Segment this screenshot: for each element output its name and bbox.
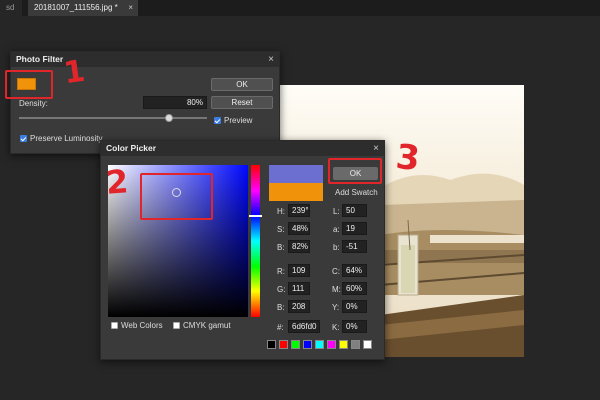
photo-filter-title: Photo Filter	[11, 52, 279, 67]
s-label: S:	[277, 225, 285, 234]
new-color-preview	[269, 165, 323, 183]
tab-previous-document[interactable]: sd	[0, 0, 22, 16]
g-field[interactable]: 111	[288, 282, 310, 295]
color-swatch[interactable]	[291, 340, 300, 349]
preserve-luminosity-label: Preserve Luminosity	[30, 134, 103, 143]
app-root: sd 20181007_111556.jpg * × Photo Filter …	[0, 0, 600, 400]
l-field[interactable]: 50	[342, 204, 367, 217]
blue-label: B:	[277, 303, 285, 312]
hex-field[interactable]: 6d6fd0	[288, 320, 320, 333]
brightness-field[interactable]: 82%	[288, 240, 310, 253]
preview-checkbox[interactable]	[214, 117, 221, 124]
color-picker-title: Color Picker	[101, 141, 384, 156]
hex-label: #:	[277, 323, 284, 332]
r-field[interactable]: 109	[288, 264, 310, 277]
color-swatch[interactable]	[339, 340, 348, 349]
m-field[interactable]: 60%	[342, 282, 367, 295]
photo-filter-close-icon[interactable]: ×	[268, 52, 274, 67]
density-label: Density:	[19, 99, 48, 108]
tab-active-document[interactable]: 20181007_111556.jpg * ×	[28, 0, 138, 16]
color-swatch[interactable]	[315, 340, 324, 349]
r-label: R:	[277, 267, 285, 276]
color-picker-close-icon[interactable]: ×	[373, 141, 379, 156]
density-slider-track[interactable]	[19, 114, 207, 122]
c-label: C:	[332, 267, 340, 276]
annotation-box-swatch	[5, 70, 53, 99]
h-label: H:	[277, 207, 285, 216]
density-slider-thumb[interactable]	[165, 114, 174, 122]
c-field[interactable]: 64%	[342, 264, 367, 277]
k-field[interactable]: 0%	[342, 320, 367, 333]
tab-close-icon[interactable]: ×	[128, 0, 133, 16]
density-field[interactable]: 80%	[143, 96, 207, 109]
color-swatch[interactable]	[279, 340, 288, 349]
annotation-box-color-field	[140, 173, 213, 220]
document-tab-bar: sd 20181007_111556.jpg * ×	[0, 0, 600, 16]
m-label: M:	[332, 285, 341, 294]
a-field[interactable]: 19	[342, 222, 367, 235]
old-color-preview[interactable]	[269, 183, 323, 201]
photo-filter-ok-button[interactable]: OK	[211, 78, 273, 91]
h-field[interactable]: 239°	[288, 204, 310, 217]
s-field[interactable]: 48%	[288, 222, 310, 235]
hue-slider[interactable]	[249, 165, 262, 317]
lab-b-field[interactable]: -51	[342, 240, 367, 253]
tab-label: sd	[6, 3, 15, 12]
g-label: G:	[277, 285, 286, 294]
blue-field[interactable]: 208	[288, 300, 310, 313]
y-label: Y:	[332, 303, 340, 312]
l-label: L:	[333, 207, 340, 216]
web-colors-label: Web Colors	[121, 321, 163, 330]
cmyk-gamut-checkbox[interactable]	[173, 322, 180, 329]
web-colors-checkbox[interactable]	[111, 322, 118, 329]
preview-label: Preview	[224, 116, 253, 125]
photo-filter-reset-button[interactable]: Reset	[211, 96, 273, 109]
color-swatch[interactable]	[327, 340, 336, 349]
color-swatch[interactable]	[351, 340, 360, 349]
y-field[interactable]: 0%	[342, 300, 367, 313]
color-swatch[interactable]	[267, 340, 276, 349]
cmyk-gamut-label: CMYK gamut	[183, 321, 231, 330]
annotation-box-ok	[328, 158, 382, 184]
annotation-number-3: 3	[393, 136, 422, 180]
preserve-luminosity-checkbox[interactable]	[20, 135, 27, 142]
annotation-number-2: 2	[104, 162, 130, 202]
tab-label: 20181007_111556.jpg *	[34, 3, 118, 12]
lab-b-label: b:	[333, 243, 340, 252]
brightness-label: B:	[277, 243, 285, 252]
photo-filter-dialog: Photo Filter × Density: 80% OK Reset Pre…	[10, 51, 280, 154]
hue-slider-marker[interactable]	[249, 215, 262, 217]
color-swatch[interactable]	[303, 340, 312, 349]
color-swatch[interactable]	[363, 340, 372, 349]
k-label: K:	[332, 323, 340, 332]
a-label: a:	[333, 225, 340, 234]
add-swatch-button[interactable]: Add Swatch	[335, 188, 378, 197]
